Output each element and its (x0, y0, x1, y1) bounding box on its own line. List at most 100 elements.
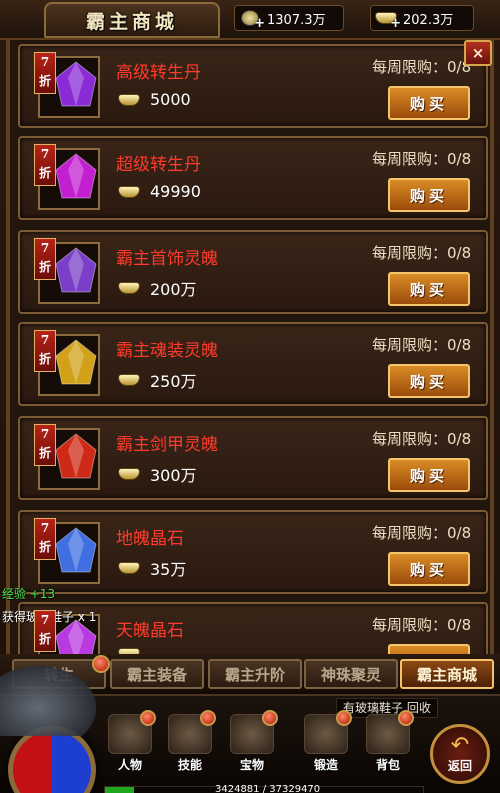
discount-badge: 7折 (34, 424, 56, 466)
price-value: 49990 (150, 182, 201, 201)
notification-dot-icon (140, 710, 156, 726)
menu-skills[interactable]: 技能 (164, 710, 216, 776)
gem-icon (55, 153, 97, 199)
gold-ingot-icon: + (373, 7, 401, 31)
gold-ingot-icon (118, 282, 140, 294)
item-name: 霸主剑甲灵魄 (116, 435, 218, 455)
exp-text: 3424881 / 37329470 (215, 784, 321, 793)
discount-badge: 7折 (34, 144, 56, 186)
exp-bar: 3424881 / 37329470 (104, 784, 424, 793)
tab-label: 霸主装备 (126, 665, 187, 684)
weekly-limit: 每周限购：0/8 (372, 150, 472, 168)
item-name: 天魄晶石 (116, 621, 184, 641)
gem-icon (55, 61, 97, 107)
gold-ingot-icon (118, 93, 140, 106)
gold-ingot-icon (118, 185, 140, 198)
discount-badge: 7折 (34, 52, 56, 94)
gem-icon (55, 339, 97, 385)
tab-label: 神珠聚灵 (320, 665, 381, 684)
shop-item: 7折 超级转生丹 49990 每周限购：0/8 购买 (18, 136, 488, 220)
item-name: 地魄晶石 (116, 529, 184, 549)
price-value: 250万 (150, 372, 197, 391)
item-price: 5000 (118, 90, 191, 109)
menu-treasure[interactable]: 宝物 (226, 710, 278, 776)
menu-bag[interactable]: 背包 (362, 710, 414, 776)
copper-coin-icon: + (237, 7, 265, 31)
tab-label: 霸主升阶 (224, 665, 285, 684)
shop-item: 7折 霸主首饰灵魄 200万 每周限购：0/8 购买 (18, 230, 488, 314)
buy-button[interactable]: 购买 (388, 552, 470, 586)
gem-icon (55, 433, 97, 479)
buy-button[interactable]: 购买 (388, 458, 470, 492)
exp-bar-fill (105, 787, 135, 793)
menu-label: 人物 (117, 758, 142, 772)
exp-gain-text: 经验 +13 (2, 587, 56, 601)
item-name: 高级转生丹 (116, 63, 201, 83)
close-button[interactable]: × (464, 40, 492, 66)
copper-currency[interactable]: + 1307.3万 (234, 5, 344, 31)
item-name: 霸主首饰灵魄 (116, 249, 218, 269)
item-price: 35万 (118, 556, 186, 580)
menu-label: 宝物 (239, 758, 264, 772)
discount-badge: 7折 (34, 238, 56, 280)
item-price: 49990 (118, 182, 201, 201)
gold-currency[interactable]: + 202.3万 (370, 5, 474, 31)
gem-icon (55, 527, 97, 573)
weekly-limit: 每周限购：0/8 (372, 616, 472, 634)
price-value: 300万 (150, 466, 197, 485)
hp-mp-orb (8, 726, 96, 793)
weekly-limit: 每周限购：0/8 (372, 58, 472, 76)
buy-button[interactable]: 购买 (388, 86, 470, 120)
shop-item: 7折 高级转生丹 5000 每周限购：0/8 购买 (18, 44, 488, 128)
discount-badge: 7折 (34, 518, 56, 560)
item-price: 250万 (118, 368, 197, 392)
return-arrow-icon: ↶ (450, 732, 470, 758)
gold-ingot-icon (118, 374, 140, 386)
dragon-ornament-icon (0, 666, 96, 736)
tab-overlord-shop[interactable]: 霸主商城 (400, 659, 494, 689)
tab-overlord-upgrade[interactable]: 霸主升阶 (208, 659, 302, 689)
game-screen: 霸主商城 + 1307.3万 + 202.3万 × 7折 高级转生丹 5000 每周限… (0, 0, 500, 793)
gold-ingot-icon (118, 468, 140, 480)
menu-label: 技能 (177, 758, 202, 772)
top-bar: 霸主商城 + 1307.3万 + 202.3万 (0, 0, 500, 40)
price-value: 5000 (150, 90, 191, 109)
tab-overlord-equipment[interactable]: 霸主装备 (110, 659, 204, 689)
shop-item: 7折 霸主魂装灵魄 250万 每周限购：0/8 购买 (18, 322, 488, 406)
buy-button[interactable]: 购买 (388, 364, 470, 398)
notification-dot-icon (262, 710, 278, 726)
return-button[interactable]: ↶ 返回 (430, 724, 490, 784)
gold-ingot-icon (118, 562, 140, 574)
notification-dot-icon (200, 710, 216, 726)
item-name: 超级转生丹 (116, 155, 201, 175)
tab-divine-pearl[interactable]: 神珠聚灵 (304, 659, 398, 689)
price-value: 35万 (150, 560, 187, 579)
menu-forge[interactable]: 锻造 (300, 710, 352, 776)
weekly-limit: 每周限购：0/8 (372, 524, 472, 542)
shop-item: 7折 地魄晶石 35万 每周限购：0/8 购买 (18, 510, 488, 594)
item-price: 300万 (118, 462, 197, 486)
discount-badge: 7折 (34, 330, 56, 372)
discount-badge: 7折 (34, 610, 56, 652)
shop-item: 7折 霸主剑甲灵魄 300万 每周限购：0/8 购买 (18, 416, 488, 500)
gem-icon (55, 247, 97, 293)
shop-title: 霸主商城 (44, 2, 220, 38)
menu-label: 锻造 (313, 758, 338, 772)
menu-label: 背包 (375, 758, 400, 772)
weekly-limit: 每周限购：0/8 (372, 244, 472, 262)
notification-dot-icon (336, 710, 352, 726)
item-name: 霸主魂装灵魄 (116, 341, 218, 361)
gold-amount: 202.3万 (403, 12, 454, 28)
copper-amount: 1307.3万 (267, 12, 326, 28)
shop-panel: 7折 高级转生丹 5000 每周限购：0/8 购买 7折 超级转生丹 49990 每周限购：0/… (6, 40, 494, 660)
price-value: 200万 (150, 280, 197, 299)
buy-button[interactable]: 购买 (388, 178, 470, 212)
buy-button[interactable]: 购买 (388, 272, 470, 306)
return-label: 返回 (447, 758, 472, 773)
item-price: 200万 (118, 276, 197, 300)
notification-dot-icon (398, 710, 414, 726)
weekly-limit: 每周限购：0/8 (372, 336, 472, 354)
weekly-limit: 每周限购：0/8 (372, 430, 472, 448)
menu-character[interactable]: 人物 (104, 710, 156, 776)
tab-label: 霸主商城 (416, 665, 477, 684)
